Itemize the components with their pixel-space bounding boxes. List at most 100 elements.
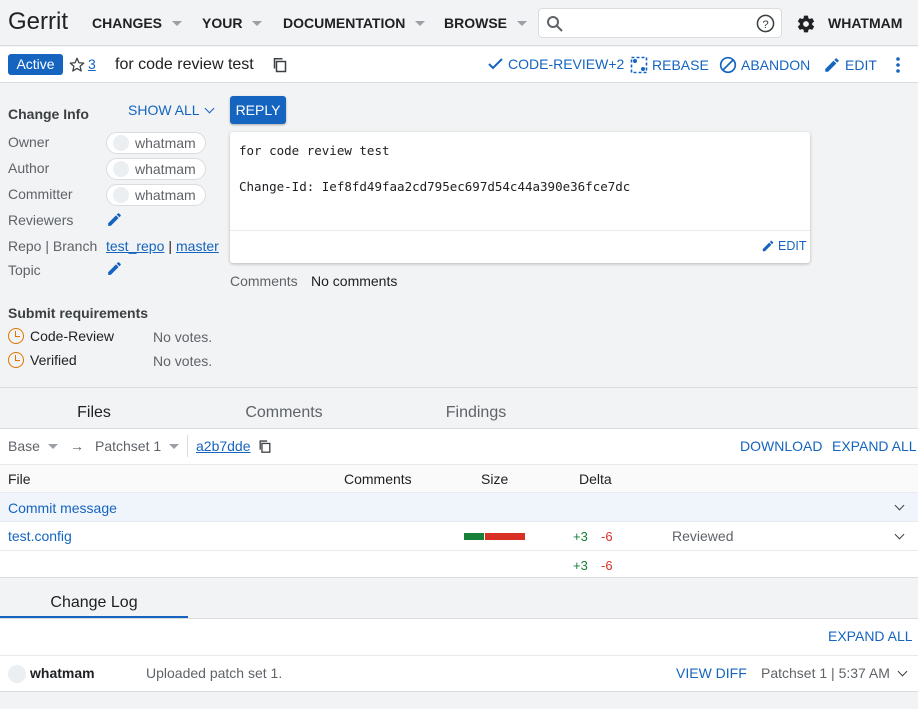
divider [187,435,188,457]
nav-label: BROWSE [444,15,507,31]
nav-changes[interactable]: CHANGES [92,15,183,31]
chevron-down-icon [172,20,183,26]
show-all-button[interactable]: SHOW ALL [128,102,215,118]
log-message: Uploaded patch set 1. [146,665,283,681]
search-input[interactable] [571,13,751,33]
edit-reviewers-pencil-icon[interactable] [106,211,123,228]
patchset-toolbar: Base → Patchset 1 a2b7dde DOWNLOAD EXPAN… [0,429,918,465]
chevron-down-icon [169,443,180,449]
gerrit-logo[interactable]: Gerrit [8,8,68,36]
column-comments: Comments [344,471,412,487]
pending-clock-icon [8,352,24,368]
repo-branch-value: test_repo | master [106,238,219,254]
edit-button[interactable]: EDIT [823,56,877,74]
reviewed-status[interactable]: Reviewed [672,528,733,544]
svg-text:?: ? [762,19,768,31]
copy-icon[interactable] [258,439,272,454]
file-row[interactable]: test.config +3 -6 Reviewed [0,522,918,551]
chevron-down-icon[interactable] [894,500,905,511]
edit-label: EDIT [845,57,877,73]
tab-change-log[interactable]: Change Log [0,588,188,618]
pencil-icon [762,240,774,252]
download-button[interactable]: DOWNLOAD [740,438,822,454]
requirement-status: No votes. [153,329,213,345]
change-log-section: EXPAND ALL whatmam Uploaded patch set 1.… [0,618,918,692]
code-review-button[interactable]: CODE-REVIEW+2 [487,56,624,72]
requirement-code-review[interactable]: Code-Review [8,328,114,344]
avatar [8,665,26,683]
committer-chip[interactable]: whatmam [106,184,206,206]
star-icon[interactable] [68,56,86,74]
abandon-label: ABANDON [741,57,811,73]
requirement-verified[interactable]: Verified [8,352,77,368]
rebase-button[interactable]: REBASE [630,56,709,74]
status-badge: Active [8,54,63,75]
column-file: File [8,471,31,487]
patchset-label: Patchset 1 [95,438,162,454]
nav-your[interactable]: YOUR [202,15,263,31]
owner-label: Owner [8,134,50,150]
files-section: Base → Patchset 1 a2b7dde DOWNLOAD EXPAN… [0,428,918,578]
abandon-button[interactable]: ABANDON [719,56,810,74]
submit-requirements-heading: Submit requirements [8,305,149,321]
branch-link[interactable]: master [176,238,219,254]
file-total-row: +3 -6 [0,551,918,579]
reply-button[interactable]: REPLY [230,96,286,124]
chevron-down-icon[interactable] [897,666,908,677]
chevron-down-icon [204,103,215,113]
changelog-expand-all-button[interactable]: EXPAND ALL [828,628,913,644]
nav-browse[interactable]: BROWSE [444,15,527,31]
commit-message-box: for code review test Change-Id: Ief8fd49… [230,132,810,263]
rebase-label: REBASE [652,57,709,73]
nav-documentation[interactable]: DOCUMENTATION [283,15,426,31]
help-icon[interactable]: ? [756,14,775,33]
divider [0,655,918,656]
avatar [113,135,129,151]
requirement-name: Verified [30,352,77,368]
size-bar-added [464,533,484,540]
pending-clock-icon [8,328,24,344]
patchset-select[interactable]: Patchset 1 [95,438,180,454]
more-vert-icon[interactable] [893,56,903,74]
commit-message-row[interactable]: Commit message [0,493,918,522]
log-patchset-time: Patchset 1 | 5:37 AM [761,665,890,681]
expand-all-button[interactable]: EXPAND ALL [832,438,917,454]
author-label: Author [8,160,50,176]
owner-chip[interactable]: whatmam [106,132,206,154]
owner-name: whatmam [135,135,196,151]
base-select[interactable]: Base [8,438,58,454]
chevron-down-icon[interactable] [894,529,905,540]
repo-link[interactable]: test_repo [106,238,164,254]
copy-icon[interactable] [272,57,288,73]
delta-added: +3 [573,529,588,544]
chevron-down-icon [252,20,263,26]
tab-findings[interactable]: Findings [380,404,572,422]
chevron-down-icon [517,20,527,26]
commit-message-link[interactable]: Commit message [8,500,117,516]
comments-label: Comments [230,273,298,289]
edit-message-button[interactable]: EDIT [761,239,806,253]
topic-label: Topic [8,262,41,278]
view-diff-button[interactable]: VIEW DIFF [676,665,747,681]
avatar [113,187,129,203]
star-count-link[interactable]: 3 [88,56,96,72]
change-info-area: Change Info SHOW ALL Owner whatmam Autho… [0,84,918,388]
settings-gear-icon[interactable] [796,14,816,34]
file-tabs: Files Comments Findings [0,398,918,434]
search-box[interactable]: ? [538,8,782,38]
size-bar-removed [485,533,525,540]
check-icon [488,58,503,70]
log-author[interactable]: whatmam [30,665,95,681]
pencil-icon [825,58,839,72]
base-label: Base [8,438,40,454]
edit-topic-pencil-icon[interactable] [106,260,123,277]
comments-value: No comments [311,273,398,289]
commit-sha-link[interactable]: a2b7dde [196,438,251,454]
repo-branch-label: Repo | Branch [8,238,98,254]
file-link[interactable]: test.config [8,528,72,544]
column-delta: Delta [579,471,612,487]
nav-label: YOUR [202,15,243,31]
user-menu[interactable]: WHATMAM [828,15,902,31]
tab-comments[interactable]: Comments [188,404,380,422]
author-chip[interactable]: whatmam [106,158,206,180]
